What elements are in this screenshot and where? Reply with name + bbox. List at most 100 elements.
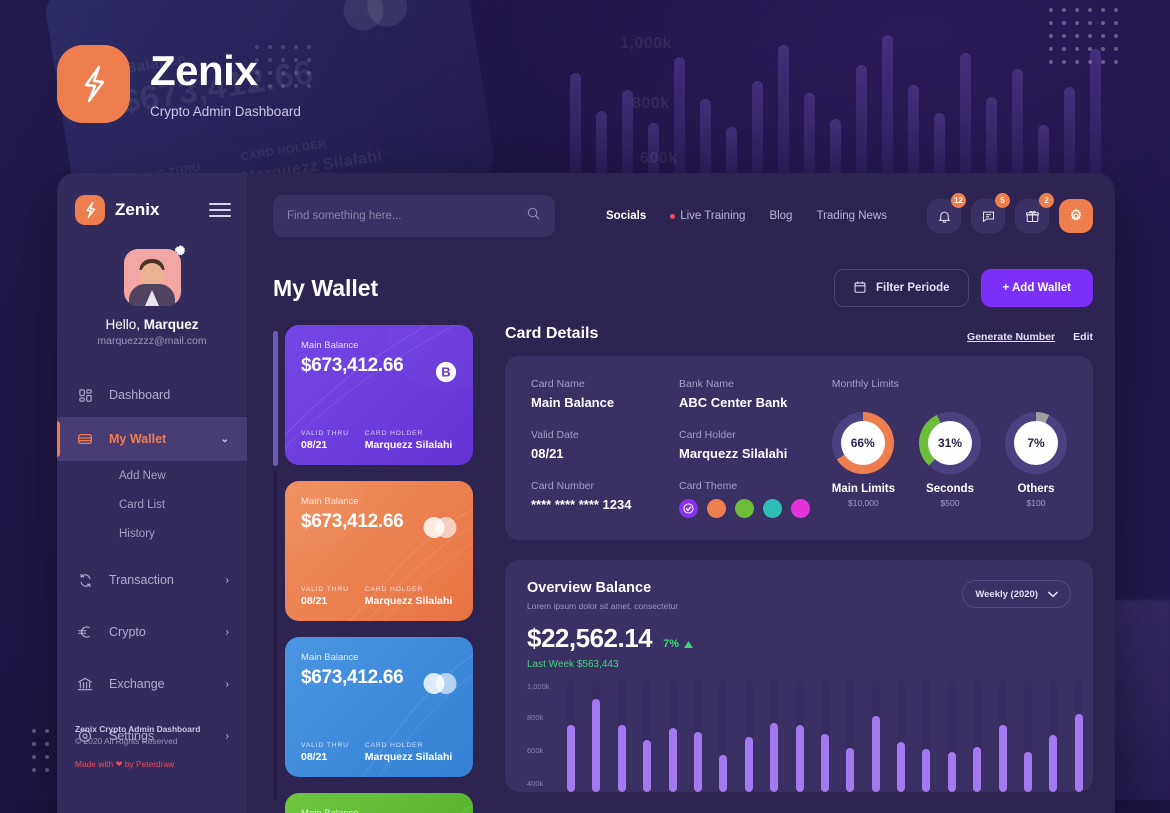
sidebar-header: Zenix <box>57 173 247 225</box>
nav-label: Blog <box>769 210 792 222</box>
bar-column <box>618 680 626 792</box>
bar[interactable] <box>897 742 905 792</box>
bar[interactable] <box>1075 714 1083 792</box>
sidebar-footer: Zenix Crypto Admin Dashboard © 2020 All … <box>75 724 200 769</box>
card-theme-swatches <box>679 499 827 518</box>
sidebar-subitem-add-new[interactable]: Add New <box>57 461 247 490</box>
bar[interactable] <box>821 734 829 792</box>
card-details-col-mid: Bank Name ABC Center Bank Card Holder Ma… <box>679 378 827 518</box>
bar[interactable] <box>1049 735 1057 792</box>
theme-swatch[interactable] <box>735 499 754 518</box>
sidebar-subitem-card-list[interactable]: Card List <box>57 490 247 519</box>
search-icon[interactable] <box>526 206 541 226</box>
bar[interactable] <box>948 752 956 792</box>
sidebar-brand: Zenix <box>115 200 199 220</box>
theme-swatch[interactable] <box>763 499 782 518</box>
sidebar-item-label: Exchange <box>109 677 212 691</box>
sidebar-item-exchange[interactable]: Exchange › <box>57 662 247 706</box>
field-label: Valid Date <box>531 429 679 441</box>
greeting-prefix: Hello, <box>105 317 143 332</box>
theme-swatch[interactable] <box>791 499 810 518</box>
topbar: Socials Live Training Blog Trading News <box>247 173 1115 237</box>
nav-socials[interactable]: Socials <box>606 210 646 222</box>
bar-column <box>719 680 727 792</box>
filter-periode-button[interactable]: Filter Periode <box>834 269 969 307</box>
generate-number-link[interactable]: Generate Number <box>967 331 1055 343</box>
bar[interactable] <box>643 740 651 792</box>
bar[interactable] <box>669 728 677 792</box>
nav-trading-news[interactable]: Trading News <box>816 210 887 222</box>
hero-header: Zenix Crypto Admin Dashboard <box>57 45 301 123</box>
sidebar-item-my-wallet[interactable]: My Wallet ⌄ <box>57 417 247 461</box>
wallet-card[interactable]: Main Balance $673,412.66 B VALID THRU 08… <box>285 325 473 465</box>
donut-percent: 31% <box>928 421 972 465</box>
bar-column <box>669 680 677 792</box>
nav-label: Trading News <box>816 210 887 222</box>
bar-column <box>973 680 981 792</box>
bar-column <box>770 680 778 792</box>
filter-periode-label: Filter Periode <box>876 282 950 294</box>
page-actions: Filter Periode + Add Wallet <box>834 269 1093 307</box>
zenix-bolt-icon <box>75 195 105 225</box>
overview-percent: 7% <box>663 638 679 650</box>
overview-amount: $22,562.14 <box>527 623 652 654</box>
search-input[interactable] <box>287 210 518 222</box>
search-bar[interactable] <box>273 195 555 237</box>
bar[interactable] <box>922 749 930 792</box>
sidebar-item-transaction[interactable]: Transaction › <box>57 558 247 602</box>
bar[interactable] <box>719 755 727 792</box>
badge-count: 2 <box>1039 193 1054 208</box>
wallet-card[interactable]: Main Balance <box>285 793 473 813</box>
bar[interactable] <box>872 716 880 792</box>
bar[interactable] <box>567 725 575 792</box>
theme-swatch-selected[interactable] <box>679 499 698 518</box>
add-wallet-button[interactable]: + Add Wallet <box>981 269 1093 307</box>
gear-icon[interactable] <box>172 243 189 260</box>
chevron-right-icon: › <box>226 679 229 690</box>
bar[interactable] <box>745 737 753 792</box>
nav-live-training[interactable]: Live Training <box>670 210 745 222</box>
gift-icon[interactable]: 2 <box>1015 199 1049 233</box>
y-tick: 800k <box>527 713 543 722</box>
donut-amount: $10,000 <box>832 498 895 508</box>
bar[interactable] <box>973 747 981 792</box>
grid-icon <box>75 388 95 403</box>
bar-column <box>1075 680 1083 792</box>
euro-icon <box>75 624 95 640</box>
sidebar-subitem-history[interactable]: History <box>57 519 247 548</box>
bar[interactable] <box>1024 752 1032 792</box>
wallet-card[interactable]: Main Balance $673,412.66 VALID THRU 08/2… <box>285 637 473 777</box>
chevron-right-icon: › <box>226 575 229 586</box>
bar[interactable] <box>846 748 854 792</box>
edit-link[interactable]: Edit <box>1073 331 1093 343</box>
wallet-card[interactable]: Main Balance $673,412.66 VALID THRU 08/2… <box>285 481 473 621</box>
field-value: **** **** **** 1234 <box>531 497 679 512</box>
sidebar-item-crypto[interactable]: Crypto › <box>57 610 247 654</box>
bar[interactable] <box>618 725 626 792</box>
donut-main-limits: 66% Main Limits $10,000 <box>832 412 895 508</box>
valid-thru-label: VALID THRU <box>301 430 349 437</box>
chevron-right-icon: › <box>226 731 229 742</box>
bar[interactable] <box>796 725 804 792</box>
badge-count: 12 <box>951 193 966 208</box>
bell-icon[interactable]: 12 <box>927 199 961 233</box>
calendar-icon <box>853 280 867 297</box>
nav-label: Live Training <box>680 210 745 222</box>
field-label: Card Theme <box>679 480 827 492</box>
bar[interactable] <box>592 699 600 792</box>
period-select[interactable]: Weekly (2020) <box>962 580 1071 608</box>
chart-y-axis: 1,000k 800k 600k 400k <box>527 680 561 792</box>
overview-bar-chart: 1,000k 800k 600k 400k <box>527 680 1093 792</box>
sidebar-item-dashboard[interactable]: Dashboard <box>57 373 247 417</box>
nav-blog[interactable]: Blog <box>769 210 792 222</box>
gear-icon[interactable] <box>1059 199 1093 233</box>
message-icon[interactable]: 5 <box>971 199 1005 233</box>
bar[interactable] <box>999 725 1007 792</box>
bar[interactable] <box>770 723 778 792</box>
theme-swatch[interactable] <box>707 499 726 518</box>
bar[interactable] <box>694 732 702 792</box>
hamburger-icon[interactable] <box>209 203 231 217</box>
zenix-bolt-icon <box>57 45 130 123</box>
svg-text:B: B <box>441 365 450 380</box>
caret-up-icon <box>684 641 693 648</box>
